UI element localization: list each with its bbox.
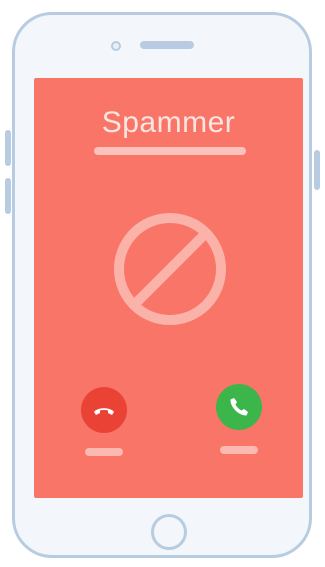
volume-up-button	[5, 130, 11, 166]
caller-number-placeholder	[94, 147, 246, 155]
camera-icon	[111, 41, 121, 51]
illustration: Spammer	[0, 0, 325, 567]
phone-icon	[230, 398, 248, 416]
decline-label-placeholder	[85, 448, 123, 456]
home-button	[151, 514, 187, 550]
accept-call-button[interactable]	[216, 384, 262, 430]
speaker-grille	[140, 41, 194, 49]
power-button	[314, 150, 320, 190]
incoming-call-screen: Spammer	[34, 78, 303, 498]
accept-label-placeholder	[220, 446, 258, 454]
phone-hangup-icon	[94, 408, 114, 415]
caller-name: Spammer	[101, 106, 236, 139]
block-icon	[114, 213, 226, 325]
volume-down-button	[5, 178, 11, 214]
decline-call-button[interactable]	[81, 387, 127, 433]
